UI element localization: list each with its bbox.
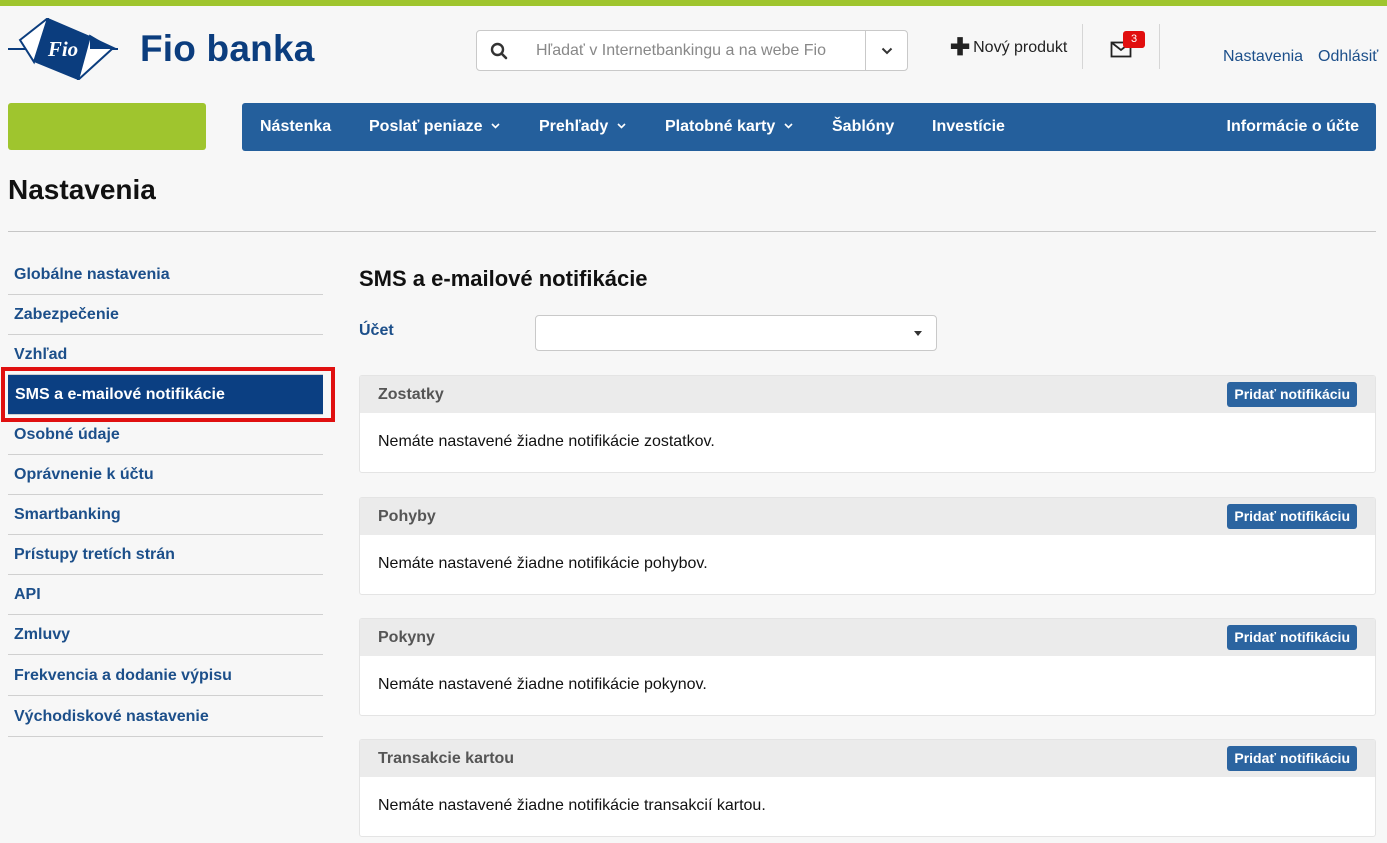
panel-title: Pohyby xyxy=(378,508,436,525)
nav-item-label: Prehľady xyxy=(539,118,609,135)
sidebar-item-zmluvy[interactable]: Zmluvy xyxy=(8,615,323,655)
header-divider xyxy=(1082,24,1083,69)
brand-name: Fio banka xyxy=(140,28,315,69)
panel-title: Transakcie kartou xyxy=(378,750,515,767)
chevron-down-icon xyxy=(784,123,793,129)
nav-item-nastenka[interactable]: Nástenka xyxy=(260,103,331,151)
add-notification-button[interactable]: Pridať notifikáciu xyxy=(1227,382,1357,407)
mail-count-badge: 3 xyxy=(1123,31,1145,48)
panel-title: Zostatky xyxy=(378,386,444,403)
sidebar-item-opravnenie-k-uctu[interactable]: Oprávnenie k účtu xyxy=(8,455,323,495)
add-notification-button[interactable]: Pridať notifikáciu xyxy=(1227,625,1357,650)
panel-empty-text: Nemáte nastavené žiadne notifikácie zost… xyxy=(378,433,715,450)
add-notification-button[interactable]: Pridať notifikáciu xyxy=(1227,746,1357,771)
panel-empty-text: Nemáte nastavené žiadne notifikácie poky… xyxy=(378,676,707,693)
search-box[interactable] xyxy=(476,30,908,71)
active-item-highlight xyxy=(1,367,335,422)
panel-transakcie-kartou: Transakcie kartou Pridať notifikáciu Nem… xyxy=(359,739,1376,837)
account-label: Účet xyxy=(359,322,394,339)
logout-link[interactable]: Odhlásiť xyxy=(1318,48,1378,66)
chevron-down-icon xyxy=(617,123,626,129)
section-title: SMS a e-mailové notifikácie xyxy=(359,266,648,291)
nav-item-sablony[interactable]: Šablóny xyxy=(832,103,894,151)
panel-header: Zostatky Pridať notifikáciu xyxy=(360,376,1375,413)
account-selector-box[interactable] xyxy=(8,103,206,150)
plus-icon: ✚ xyxy=(950,34,971,61)
nav-item-poslat-peniaze[interactable]: Poslať peniaze xyxy=(369,103,501,151)
sidebar-item-pristupy-tretich-stran[interactable]: Prístupy tretích strán xyxy=(8,535,323,575)
sidebar-item-vychodiskove-nastavenie[interactable]: Východiskové nastavenie xyxy=(8,696,323,737)
new-product-label: Nový produkt xyxy=(973,39,1068,56)
account-select[interactable] xyxy=(535,315,937,351)
settings-sidebar: Globálne nastavenia Zabezpečenie Vzhľad … xyxy=(8,255,323,737)
search-icon[interactable] xyxy=(477,31,521,70)
search-input[interactable] xyxy=(521,31,865,70)
top-accent-stripe xyxy=(0,0,1387,6)
sidebar-item-zabezpecenie[interactable]: Zabezpečenie xyxy=(8,295,323,335)
main-navigation: Nástenka Poslať peniaze Prehľady Platobn… xyxy=(242,103,1376,151)
panel-pokyny: Pokyny Pridať notifikáciu Nemáte nastave… xyxy=(359,618,1376,716)
sidebar-item-globalne-nastavenia[interactable]: Globálne nastavenia xyxy=(8,255,323,295)
panel-header: Pokyny Pridať notifikáciu xyxy=(360,619,1375,656)
svg-text:Fio: Fio xyxy=(47,37,78,61)
chevron-down-icon xyxy=(491,123,501,129)
panel-header: Pohyby Pridať notifikáciu xyxy=(360,498,1375,535)
sidebar-item-api[interactable]: API xyxy=(8,575,323,615)
search-dropdown-button[interactable] xyxy=(865,31,907,70)
nav-item-prehlady[interactable]: Prehľady xyxy=(539,103,626,151)
nav-item-investicie[interactable]: Investície xyxy=(932,103,1005,151)
panel-zostatky: Zostatky Pridať notifikáciu Nemáte nasta… xyxy=(359,375,1376,473)
new-product-button[interactable]: ✚ Nový produkt xyxy=(950,34,1068,61)
fio-banka-logo[interactable]: Fio Fio banka xyxy=(8,18,315,80)
caret-down-icon xyxy=(914,331,922,336)
page-title: Nastavenia xyxy=(8,174,156,205)
nav-item-platobne-karty[interactable]: Platobné karty xyxy=(665,103,793,151)
sidebar-item-smartbanking[interactable]: Smartbanking xyxy=(8,495,323,535)
panel-title: Pokyny xyxy=(378,629,435,646)
panel-pohyby: Pohyby Pridať notifikáciu Nemáte nastave… xyxy=(359,497,1376,595)
chevron-down-icon xyxy=(881,47,892,54)
panel-header: Transakcie kartou Pridať notifikáciu xyxy=(360,740,1375,777)
sidebar-item-frekvencia-vypisu[interactable]: Frekvencia a dodanie výpisu xyxy=(8,655,323,696)
settings-link[interactable]: Nastavenia xyxy=(1223,48,1303,66)
nav-item-label: Platobné karty xyxy=(665,118,776,135)
content-area: SMS a e-mailové notifikácie xyxy=(359,266,1376,292)
add-notification-button[interactable]: Pridať notifikáciu xyxy=(1227,504,1357,529)
title-divider xyxy=(8,231,1376,232)
panel-empty-text: Nemáte nastavené žiadne notifikácie pohy… xyxy=(378,555,708,572)
fio-logo-mark: Fio xyxy=(8,18,118,80)
header-divider xyxy=(1159,24,1160,69)
nav-item-informacie-o-ucte[interactable]: Informácie o účte xyxy=(1227,103,1359,151)
nav-item-label: Poslať peniaze xyxy=(369,118,483,135)
panel-empty-text: Nemáte nastavené žiadne notifikácie tran… xyxy=(378,797,766,814)
